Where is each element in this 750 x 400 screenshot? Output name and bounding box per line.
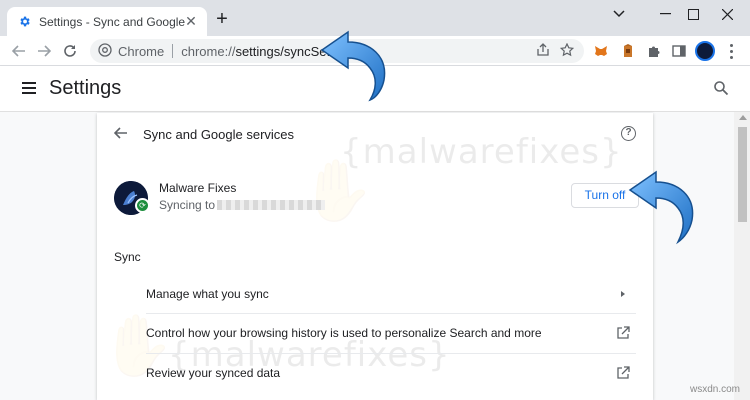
share-icon[interactable]: [536, 43, 550, 60]
extension-tower-icon[interactable]: [620, 43, 636, 59]
search-settings-icon[interactable]: [713, 80, 731, 98]
omnibox-chrome-label: Chrome: [118, 43, 165, 59]
metamask-fox-icon[interactable]: [593, 43, 609, 59]
tab-settings[interactable]: Settings - Sync and Google servic ✕: [7, 7, 207, 36]
scroll-up-arrow-icon[interactable]: [739, 115, 747, 120]
chrome-logo-icon: [98, 42, 112, 60]
section-title: Sync and Google services: [143, 127, 295, 142]
window-close-button[interactable]: [704, 0, 750, 28]
bookmark-star-icon[interactable]: [559, 42, 575, 60]
sync-section-heading: Sync: [114, 250, 141, 264]
main-menu-icon[interactable]: [22, 82, 36, 94]
new-tab-button[interactable]: +: [212, 9, 232, 30]
tab-close-icon[interactable]: ✕: [183, 13, 199, 29]
callout-arrow-turn-off: [628, 170, 694, 245]
site-watermark: wsxdn.com: [690, 384, 741, 395]
manage-sync-label: Manage what you sync: [146, 287, 269, 301]
forward-button[interactable]: [33, 40, 55, 62]
watermark-top: {malwarefixes}: [340, 132, 623, 172]
back-button[interactable]: [8, 40, 30, 62]
chevron-right-icon: [616, 287, 630, 301]
extensions-puzzle-icon[interactable]: [646, 43, 662, 59]
browsing-history-label: Control how your browsing history is use…: [146, 326, 542, 340]
tab-search-chevron-icon[interactable]: [596, 0, 642, 28]
sync-status-icon: ⟳: [135, 198, 150, 213]
row-divider: [146, 313, 636, 314]
page-title: Settings: [49, 77, 122, 99]
side-panel-icon[interactable]: [671, 43, 687, 59]
review-synced-data-row[interactable]: Review your synced data: [146, 358, 636, 388]
review-synced-data-label: Review your synced data: [146, 366, 281, 380]
help-icon[interactable]: ?: [621, 126, 636, 141]
callout-arrow-address-bar: [320, 30, 386, 102]
row-divider: [146, 353, 636, 354]
open-external-icon: [616, 326, 630, 340]
manage-sync-row[interactable]: Manage what you sync: [146, 279, 636, 309]
settings-gear-icon: [17, 15, 31, 29]
chrome-menu-icon[interactable]: [726, 42, 736, 60]
profile-avatar[interactable]: [695, 41, 715, 61]
scrollbar-thumb[interactable]: [738, 127, 747, 222]
sync-status-text: Syncing to: [159, 198, 216, 212]
reload-button[interactable]: [59, 40, 81, 62]
browsing-history-row[interactable]: Control how your browsing history is use…: [146, 318, 636, 348]
back-arrow-icon[interactable]: [113, 126, 128, 140]
tab-title: Settings - Sync and Google servic: [39, 14, 189, 29]
account-name: Malware Fixes: [159, 181, 237, 195]
omnibox-actions: [536, 42, 575, 60]
account-sync-status: Syncing to: [159, 198, 326, 212]
watermark-hand-icon: ✋: [300, 156, 376, 226]
omnibox-separator: [172, 44, 174, 58]
blurred-email: [217, 200, 326, 210]
open-external-icon: [616, 366, 630, 380]
